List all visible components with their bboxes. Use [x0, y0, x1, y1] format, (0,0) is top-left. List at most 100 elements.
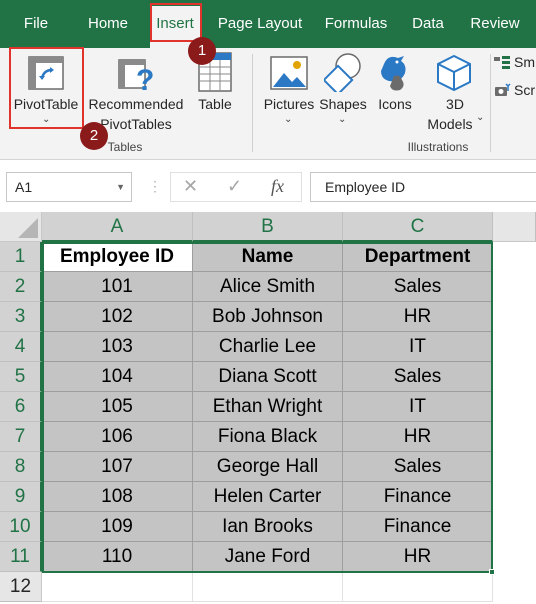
3d-models-button[interactable]: 3D Models ⌄: [422, 50, 488, 132]
table-cell[interactable]: Charlie Lee: [193, 332, 343, 362]
table-cell[interactable]: 109: [42, 512, 193, 542]
table-cell[interactable]: Ian Brooks: [193, 512, 343, 542]
table-cell[interactable]: Jane Ford: [193, 542, 343, 572]
recommended-pivottables-button[interactable]: ? Recommended PivotTables: [86, 50, 186, 132]
callout-badge-1: 1: [188, 37, 216, 65]
table-cell[interactable]: HR: [343, 542, 493, 572]
column-header-a[interactable]: A: [42, 212, 193, 242]
tab-file[interactable]: File: [10, 0, 62, 48]
recommended-pivottables-icon: ?: [118, 59, 154, 92]
table-cell[interactable]: HR: [343, 302, 493, 332]
table-cell[interactable]: George Hall: [193, 452, 343, 482]
table-header-cell[interactable]: Name: [193, 242, 343, 272]
empty-cell[interactable]: [193, 572, 343, 602]
table-cell[interactable]: Sales: [343, 362, 493, 392]
column-header-c[interactable]: C: [343, 212, 493, 242]
table-cell[interactable]: 102: [42, 302, 193, 332]
pictures-icon: [270, 56, 308, 90]
tab-page-layout[interactable]: Page Layout: [212, 0, 308, 48]
table-cell[interactable]: HR: [343, 422, 493, 452]
shapes-button[interactable]: Shapes ⌄: [318, 50, 368, 130]
screenshot-icon: [495, 83, 511, 96]
table-cell[interactable]: IT: [343, 392, 493, 422]
shapes-label: Shapes: [319, 96, 367, 112]
smartart-label: Sm: [514, 54, 535, 70]
chevron-down-icon: ⌄: [476, 112, 485, 123]
table-header-cell[interactable]: Employee ID: [42, 242, 193, 272]
smartart-icon: [494, 56, 510, 69]
row-header-9[interactable]: 9: [0, 482, 42, 512]
ribbon-tab-bar: File Home Insert Page Layout Formulas Da…: [0, 0, 536, 48]
screenshot-button[interactable]: Scr: [492, 80, 536, 102]
formula-input[interactable]: Employee ID: [310, 172, 536, 202]
pictures-label: Pictures: [263, 96, 315, 112]
tab-data[interactable]: Data: [404, 0, 452, 48]
table-cell[interactable]: Fiona Black: [193, 422, 343, 452]
tab-formulas[interactable]: Formulas: [320, 0, 392, 48]
enter-icon[interactable]: ✓: [227, 176, 242, 197]
shapes-icon: [324, 53, 361, 92]
table-cell[interactable]: 106: [42, 422, 193, 452]
fill-handle[interactable]: [489, 569, 495, 575]
resize-handle-icon[interactable]: ⋮: [148, 178, 162, 195]
excel-window: File Home Insert Page Layout Formulas Da…: [0, 0, 536, 604]
row-header-11[interactable]: 11: [0, 542, 42, 572]
pictures-button[interactable]: Pictures ⌄: [262, 50, 316, 130]
row-header-2[interactable]: 2: [0, 272, 42, 302]
name-box-value: A1: [15, 179, 33, 195]
callout-badge-2: 2: [80, 122, 108, 150]
name-box[interactable]: A1 ▼: [6, 172, 132, 202]
table-cell[interactable]: Finance: [343, 482, 493, 512]
table-cell[interactable]: Bob Johnson: [193, 302, 343, 332]
table-cell[interactable]: 104: [42, 362, 193, 392]
3d-models-label-line2: Models: [427, 116, 473, 132]
formula-bar: A1 ▼ ⋮ ✕ ✓ fx Employee ID: [0, 160, 536, 212]
table-cell[interactable]: 110: [42, 542, 193, 572]
column-header-d[interactable]: [493, 212, 536, 242]
table-cell[interactable]: Helen Carter: [193, 482, 343, 512]
chevron-down-icon: ⌄: [338, 114, 347, 125]
column-header-b[interactable]: B: [193, 212, 343, 242]
tab-review[interactable]: Review: [462, 0, 528, 48]
table-cell[interactable]: 105: [42, 392, 193, 422]
table-cell[interactable]: 107: [42, 452, 193, 482]
table-cell[interactable]: 101: [42, 272, 193, 302]
table-cell[interactable]: Finance: [343, 512, 493, 542]
icons-button[interactable]: Icons: [372, 50, 418, 128]
cancel-icon[interactable]: ✕: [183, 176, 198, 197]
3d-models-label-line1: 3D: [446, 96, 464, 112]
empty-cell[interactable]: [42, 572, 193, 602]
table-label: Table: [198, 96, 232, 112]
table-cell[interactable]: Diana Scott: [193, 362, 343, 392]
pivottable-highlight: [9, 47, 84, 129]
empty-cell[interactable]: [343, 572, 493, 602]
table-cell[interactable]: Sales: [343, 272, 493, 302]
row-header-6[interactable]: 6: [0, 392, 42, 422]
row-header-8[interactable]: 8: [0, 452, 42, 482]
svg-text:?: ?: [136, 64, 154, 92]
icons-icon: [381, 56, 406, 91]
row-header-3[interactable]: 3: [0, 302, 42, 332]
table-cell[interactable]: 108: [42, 482, 193, 512]
row-header-5[interactable]: 5: [0, 362, 42, 392]
table-cell[interactable]: Ethan Wright: [193, 392, 343, 422]
table-cell[interactable]: IT: [343, 332, 493, 362]
row-header-12[interactable]: 12: [0, 572, 42, 602]
table-cell[interactable]: Sales: [343, 452, 493, 482]
table-cell[interactable]: Alice Smith: [193, 272, 343, 302]
row-header-1[interactable]: 1: [0, 242, 42, 272]
insert-function-icon[interactable]: fx: [271, 176, 284, 197]
group-separator: [490, 54, 491, 152]
tab-home[interactable]: Home: [78, 0, 138, 48]
select-all-button[interactable]: [0, 212, 42, 242]
row-header-4[interactable]: 4: [0, 332, 42, 362]
chevron-down-icon: ⌄: [284, 114, 293, 125]
chevron-down-icon[interactable]: ▼: [116, 173, 125, 201]
recommended-label-line1: Recommended: [88, 96, 184, 112]
table-cell[interactable]: 103: [42, 332, 193, 362]
table-header-cell[interactable]: Department: [343, 242, 493, 272]
row-header-10[interactable]: 10: [0, 512, 42, 542]
worksheet-grid: A B C 1 Employee ID Name Department 2 101 Alic…: [0, 212, 536, 604]
smartart-button[interactable]: Sm: [492, 52, 536, 74]
row-header-7[interactable]: 7: [0, 422, 42, 452]
